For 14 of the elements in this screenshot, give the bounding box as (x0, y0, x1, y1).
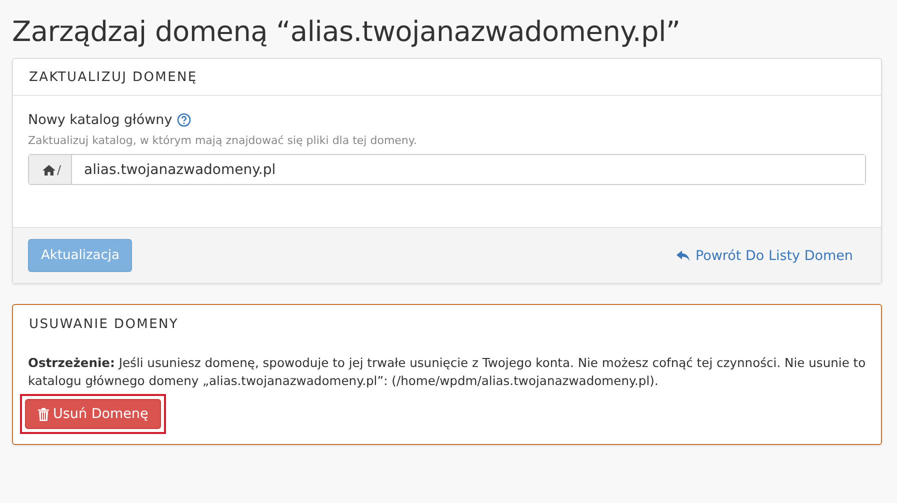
page-title: Zarządzaj domeną “alias.twojanazwadomeny.pl” (12, 14, 682, 50)
panel-heading: ZAKTUALIZUJ DOMENĘ (13, 59, 881, 96)
trash-icon (38, 408, 49, 420)
delete-button[interactable]: Usuń Domenę (25, 399, 162, 429)
path-field[interactable]: / alias.twojanazwadomeny.pl (28, 154, 866, 185)
back-link[interactable]: Powrót Do Listy Domen (676, 248, 866, 264)
panel-heading: USUWANIE DOMENY (28, 316, 180, 334)
field-label: Nowy katalog główny (28, 112, 172, 128)
home-icon (42, 164, 56, 176)
help-text: Zaktualizuj katalog, w którym mają znajdować się pliki dla tej domeny. (28, 134, 418, 147)
help-icon[interactable] (177, 113, 192, 127)
path-prefix: / (57, 162, 62, 176)
warning-text: Ostrzeżenie: Jeśli usuniesz domenę, spowoduje to jej trwałe usunięcie z Twojego konta. Nie możesz cofnąć tej czynności. Nie usunie to katalogu głównego domeny „alias.twojanazwadomeny.pl”: (/home/wpdm/alias.twojanazwadomeny.pl). (27, 355, 867, 390)
reply-icon (676, 250, 690, 262)
